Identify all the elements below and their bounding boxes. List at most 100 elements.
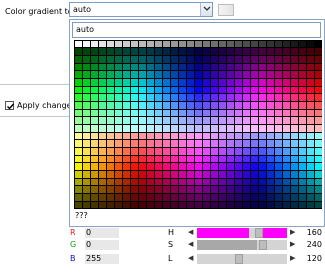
color-swatch[interactable] xyxy=(298,148,306,155)
color-swatch[interactable] xyxy=(218,178,226,186)
combobox-dropdown-button[interactable] xyxy=(200,3,212,16)
color-swatch[interactable] xyxy=(202,101,210,109)
color-swatch[interactable] xyxy=(306,171,314,178)
rgb-input-r[interactable]: 0 xyxy=(85,228,119,238)
color-swatch[interactable] xyxy=(242,109,250,117)
color-swatch[interactable] xyxy=(218,117,226,124)
color-swatch[interactable] xyxy=(74,125,82,132)
color-swatch[interactable] xyxy=(306,101,314,109)
color-swatch[interactable] xyxy=(178,101,186,109)
color-swatch[interactable] xyxy=(114,171,122,178)
color-swatch[interactable] xyxy=(298,201,306,209)
gray-swatch[interactable] xyxy=(90,40,98,48)
color-swatch[interactable] xyxy=(146,117,154,124)
color-swatch[interactable] xyxy=(154,94,162,101)
color-swatch[interactable] xyxy=(258,71,266,78)
color-swatch[interactable] xyxy=(306,148,314,155)
color-swatch[interactable] xyxy=(242,63,250,71)
color-swatch[interactable] xyxy=(82,178,90,186)
color-swatch[interactable] xyxy=(218,86,226,94)
color-swatch[interactable] xyxy=(138,109,146,117)
color-swatch[interactable] xyxy=(210,71,218,78)
color-swatch[interactable] xyxy=(266,155,274,163)
color-swatch[interactable] xyxy=(186,201,194,209)
color-swatch[interactable] xyxy=(266,101,274,109)
color-swatch[interactable] xyxy=(202,132,210,140)
color-swatch[interactable] xyxy=(306,132,314,140)
color-swatch[interactable] xyxy=(74,94,82,101)
color-swatch[interactable] xyxy=(122,201,130,209)
hsl-slider-s[interactable] xyxy=(197,240,287,250)
color-swatch[interactable] xyxy=(178,171,186,178)
color-swatch[interactable] xyxy=(74,148,82,155)
color-swatch[interactable] xyxy=(202,48,210,55)
color-swatch[interactable] xyxy=(154,86,162,94)
color-swatch[interactable] xyxy=(98,155,106,163)
color-swatch[interactable] xyxy=(290,125,298,132)
color-swatch[interactable] xyxy=(90,178,98,186)
color-swatch[interactable] xyxy=(202,201,210,209)
color-swatch[interactable] xyxy=(202,125,210,132)
color-swatch[interactable] xyxy=(106,78,114,86)
color-swatch[interactable] xyxy=(250,86,258,94)
color-swatch[interactable] xyxy=(74,55,82,63)
color-swatch[interactable] xyxy=(130,171,138,178)
gray-swatch[interactable] xyxy=(74,40,82,48)
color-swatch[interactable] xyxy=(90,148,98,155)
color-swatch[interactable] xyxy=(250,48,258,55)
color-swatch[interactable] xyxy=(274,155,282,163)
color-swatch[interactable] xyxy=(306,63,314,71)
color-swatch[interactable] xyxy=(202,155,210,163)
color-swatch[interactable] xyxy=(178,63,186,71)
color-swatch[interactable] xyxy=(178,155,186,163)
color-swatch[interactable] xyxy=(98,63,106,71)
color-swatch[interactable] xyxy=(314,140,322,148)
color-swatch[interactable] xyxy=(138,171,146,178)
color-swatch[interactable] xyxy=(122,101,130,109)
color-swatch[interactable] xyxy=(314,155,322,163)
color-swatch[interactable] xyxy=(186,171,194,178)
color-swatch[interactable] xyxy=(250,163,258,171)
color-swatch[interactable] xyxy=(114,63,122,71)
color-swatch[interactable] xyxy=(138,163,146,171)
color-swatch[interactable] xyxy=(122,163,130,171)
color-swatch[interactable] xyxy=(234,148,242,155)
gray-swatch[interactable] xyxy=(122,40,130,48)
color-swatch[interactable] xyxy=(74,101,82,109)
gray-swatch[interactable] xyxy=(194,40,202,48)
color-swatch[interactable] xyxy=(106,101,114,109)
color-swatch[interactable] xyxy=(170,178,178,186)
color-swatch[interactable] xyxy=(210,132,218,140)
color-swatch[interactable] xyxy=(258,78,266,86)
color-search-input[interactable]: auto xyxy=(72,22,321,38)
color-swatch[interactable] xyxy=(154,132,162,140)
color-swatch[interactable] xyxy=(274,86,282,94)
color-swatch[interactable] xyxy=(298,186,306,194)
gray-swatch[interactable] xyxy=(226,40,234,48)
color-swatch[interactable] xyxy=(122,55,130,63)
color-swatch[interactable] xyxy=(218,94,226,101)
color-swatch[interactable] xyxy=(186,48,194,55)
color-swatch[interactable] xyxy=(90,132,98,140)
color-swatch[interactable] xyxy=(250,132,258,140)
color-swatch[interactable] xyxy=(194,117,202,124)
color-swatch[interactable] xyxy=(186,109,194,117)
color-swatch[interactable] xyxy=(274,71,282,78)
color-swatch[interactable] xyxy=(106,132,114,140)
color-swatch[interactable] xyxy=(290,171,298,178)
color-swatch[interactable] xyxy=(314,163,322,171)
color-swatch[interactable] xyxy=(186,63,194,71)
color-swatch[interactable] xyxy=(282,163,290,171)
gray-swatch[interactable] xyxy=(146,40,154,48)
color-swatch[interactable] xyxy=(130,178,138,186)
color-swatch[interactable] xyxy=(218,186,226,194)
color-swatch[interactable] xyxy=(218,132,226,140)
color-swatch[interactable] xyxy=(242,178,250,186)
color-swatch[interactable] xyxy=(74,171,82,178)
color-swatch[interactable] xyxy=(314,125,322,132)
color-swatch[interactable] xyxy=(202,148,210,155)
color-swatch[interactable] xyxy=(194,78,202,86)
color-swatch[interactable] xyxy=(98,148,106,155)
color-swatch[interactable] xyxy=(114,132,122,140)
color-swatch[interactable] xyxy=(178,109,186,117)
